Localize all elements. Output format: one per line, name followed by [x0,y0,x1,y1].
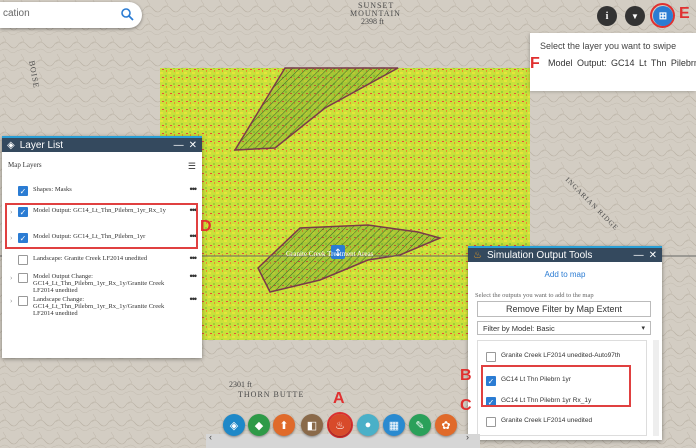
info-icon: i [605,10,609,22]
annotation-f: F [530,55,540,72]
highlight-box-d [5,203,198,249]
layer-item[interactable]: › Model Output Change: GC14_Lt_Thn_Pilebr… [10,272,197,295]
annotation-c: C [460,397,472,414]
layer-checkbox[interactable] [18,273,28,283]
map-layers-label: Map Layers [8,161,42,169]
scrollbar[interactable] [653,340,659,436]
output-checkbox[interactable] [486,352,496,362]
edit-icon[interactable]: ✎ [409,414,431,436]
upload-icon[interactable]: ⬆ [273,414,295,436]
output-checkbox[interactable] [486,417,496,427]
output-label: Granite Creek LF2014 unedited [501,417,593,424]
output-label: Granite Creek LF2014 unedited-Auto97th [501,352,621,359]
layer-checkbox[interactable]: ✓ [18,186,28,196]
layer-item[interactable]: › Landscape Change: GC14_Lt_Thn_Pilebrn_1… [10,295,197,318]
grid-icon[interactable]: ▦ [383,414,405,436]
more-icon[interactable]: ••• [186,295,197,304]
fire-icon[interactable]: ♨ [329,414,351,436]
swipe-button[interactable]: ⊞ [653,6,673,26]
more-icon[interactable]: ••• [186,272,197,281]
layer-label: Model Output Change: GC14_Lt_Thn_Pilebrn… [33,273,165,294]
annotation-e: E [679,5,690,22]
map-label-thorn-butte: THORN BUTTE [238,390,305,399]
simulation-output-panel: ♨ Simulation Output Tools — ✕ Add to map… [468,246,662,440]
layer-list-title: Layer List [19,139,64,151]
map-label-treatment-areas: Granite Creek Treatment Areas [286,250,374,258]
highlight-box-bc [481,365,631,407]
layer-list-header: ◈ Layer List — ✕ [2,136,202,152]
layer-checkbox[interactable] [18,296,28,306]
palette-icon[interactable]: ✿ [435,414,457,436]
filter-button[interactable]: ▼ [625,6,645,26]
search-box[interactable] [0,2,142,28]
filter-select-value: Filter by Model: Basic [483,324,555,333]
chevron-right-icon[interactable]: › [466,432,469,442]
simulation-panel-header: ♨ Simulation Output Tools — ✕ [468,246,662,262]
close-icon[interactable]: ✕ [189,140,197,151]
swipe-icon: ⊞ [658,10,668,22]
annotation-b: B [460,367,472,384]
layer-item[interactable]: ✓ Shapes: Masks ••• [10,185,197,196]
search-input[interactable] [3,8,113,19]
chevron-down-icon: ▾ [641,325,645,332]
more-icon[interactable]: ••• [186,254,197,263]
filter-by-model-select[interactable]: Filter by Model: Basic ▾ [477,321,651,335]
layer-label: Shapes: Masks [33,186,72,193]
pin-icon[interactable]: ● [357,414,379,436]
info-button[interactable]: i [597,6,617,26]
fire-icon: ♨ [473,249,482,261]
layer-options-icon[interactable]: ☰ [188,161,196,176]
filter-icon: ▼ [631,11,639,21]
map-label-elevation-north: 2398 ft [361,17,384,26]
minimize-icon[interactable]: — [634,250,644,261]
remove-filter-button[interactable]: Remove Filter by Map Extent [477,301,651,317]
search-icon[interactable] [120,7,134,21]
swipe-prompt: Select the layer you want to swipe [540,41,677,51]
map-label-elevation-south: 2301 ft [229,380,252,389]
basemap-icon[interactable]: ◆ [248,414,270,436]
chevron-left-icon[interactable]: ‹ [209,432,212,442]
layers-icon[interactable]: ◈ [223,414,245,436]
more-icon[interactable]: ••• [186,185,197,194]
output-item[interactable]: Granite Creek LF2014 unedited-Auto97th [486,352,640,362]
close-icon[interactable]: ✕ [649,250,657,261]
annotation-d: D [200,218,212,235]
outputs-instruction: Select the outputs you want to add to th… [475,292,594,299]
layer-list-toolbar: Map Layers ☰ [2,152,202,176]
add-to-map-link[interactable]: Add to map [468,270,662,279]
simulation-panel-title: Simulation Output Tools [486,249,593,261]
output-item[interactable]: Granite Creek LF2014 unedited [486,417,640,427]
swipe-layer-popup: Select the layer you want to swipe Model… [530,33,696,91]
layer-item[interactable]: Landscape: Granite Creek LF2014 unedited… [10,254,197,265]
annotation-a: A [333,390,345,407]
layers-icon: ◈ [7,139,15,151]
layer-checkbox[interactable] [18,255,28,265]
layer-label: Landscape: Granite Creek LF2014 unedited [33,255,148,262]
layer-label: Landscape Change: GC14_Lt_Thn_Pilebrn_1y… [33,296,165,317]
swipe-layer-select[interactable]: Model Output: GC14 Lt Thn Pilebrn [548,58,696,68]
legend-icon[interactable]: ◧ [301,414,323,436]
minimize-icon[interactable]: — [174,140,184,151]
